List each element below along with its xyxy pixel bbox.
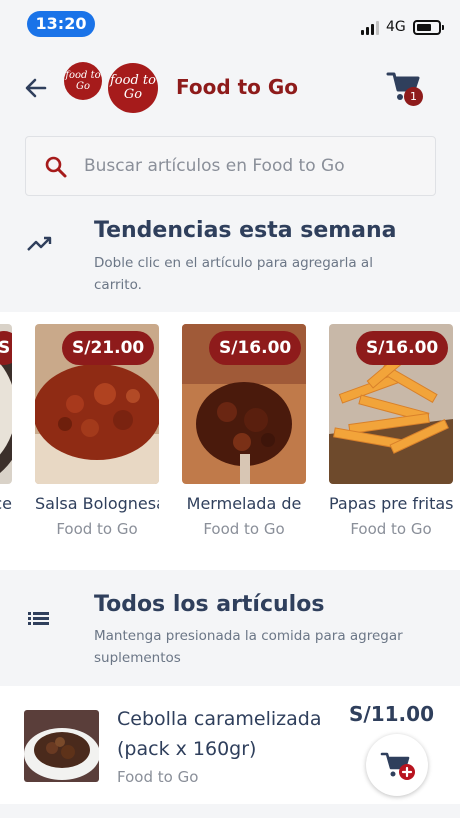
trend-vendor: Food to Go (203, 520, 285, 538)
back-button[interactable] (22, 74, 50, 102)
trend-name: Mermelada de (186, 494, 302, 513)
price-badge: S/16.00 (356, 331, 449, 365)
trend-name: Salsa Bolognesa (35, 494, 159, 513)
trends-title: Tendencias esta semana (94, 218, 397, 243)
trending-up-icon (27, 236, 52, 251)
trend-image-bolognesa: S/21.00 (35, 324, 159, 484)
status-time: 13:20 (27, 11, 95, 37)
search-bar[interactable] (25, 136, 436, 196)
trends-subtitle: Doble clic en el artículo para agregarla… (94, 255, 373, 293)
item-price: S/11.00 (349, 702, 434, 726)
page-title: Food to Go (176, 75, 299, 99)
search-input[interactable] (84, 137, 424, 195)
trends-carousel[interactable]: S ce S/21.00 Salsa Bolognesa Food to Go (0, 312, 460, 570)
back-arrow-icon (25, 78, 47, 98)
logo-large-text: food to Go (110, 73, 156, 102)
trend-image: S (0, 324, 12, 484)
trend-name: Papas pre fritas (329, 494, 453, 513)
brand-logo-small: food to Go (64, 62, 102, 100)
add-to-cart-button[interactable] (366, 734, 428, 796)
price-badge: S (0, 331, 12, 365)
price-badge: S/16.00 (209, 331, 302, 365)
item-vendor: Food to Go (117, 768, 199, 786)
item-image (24, 710, 99, 782)
add-to-cart-icon (380, 752, 415, 780)
network-type: 4G (386, 19, 406, 35)
trend-name: ce (0, 494, 12, 513)
signal-icon (361, 21, 379, 35)
trend-image-mermelada: S/16.00 (182, 324, 306, 484)
list-item[interactable]: Cebolla caramelizada (pack x 160gr) Food… (0, 686, 460, 804)
search-icon (45, 156, 67, 178)
cart-count-badge: 1 (404, 87, 423, 106)
trend-vendor: Food to Go (56, 520, 138, 538)
trends-section-header: Tendencias esta semana Doble clic en el … (0, 214, 460, 310)
battery-icon (413, 20, 444, 35)
brand-logo-large: food to Go (108, 63, 158, 113)
all-items-section-header: Todos los artículos Mantenga presionada … (0, 588, 460, 680)
trend-image-papas: S/16.00 (329, 324, 453, 484)
all-items-title: Todos los artículos (94, 592, 325, 617)
item-name: Cebolla caramelizada (pack x 160gr) (117, 708, 322, 760)
trend-vendor: Food to Go (350, 520, 432, 538)
price-badge: S/21.00 (62, 331, 155, 365)
list-icon (28, 612, 49, 625)
all-items-subtitle: Mantenga presionada la comida para agreg… (94, 628, 403, 666)
logo-small-text: food to Go (65, 70, 101, 92)
status-bar: 13:20 4G (0, 0, 460, 48)
